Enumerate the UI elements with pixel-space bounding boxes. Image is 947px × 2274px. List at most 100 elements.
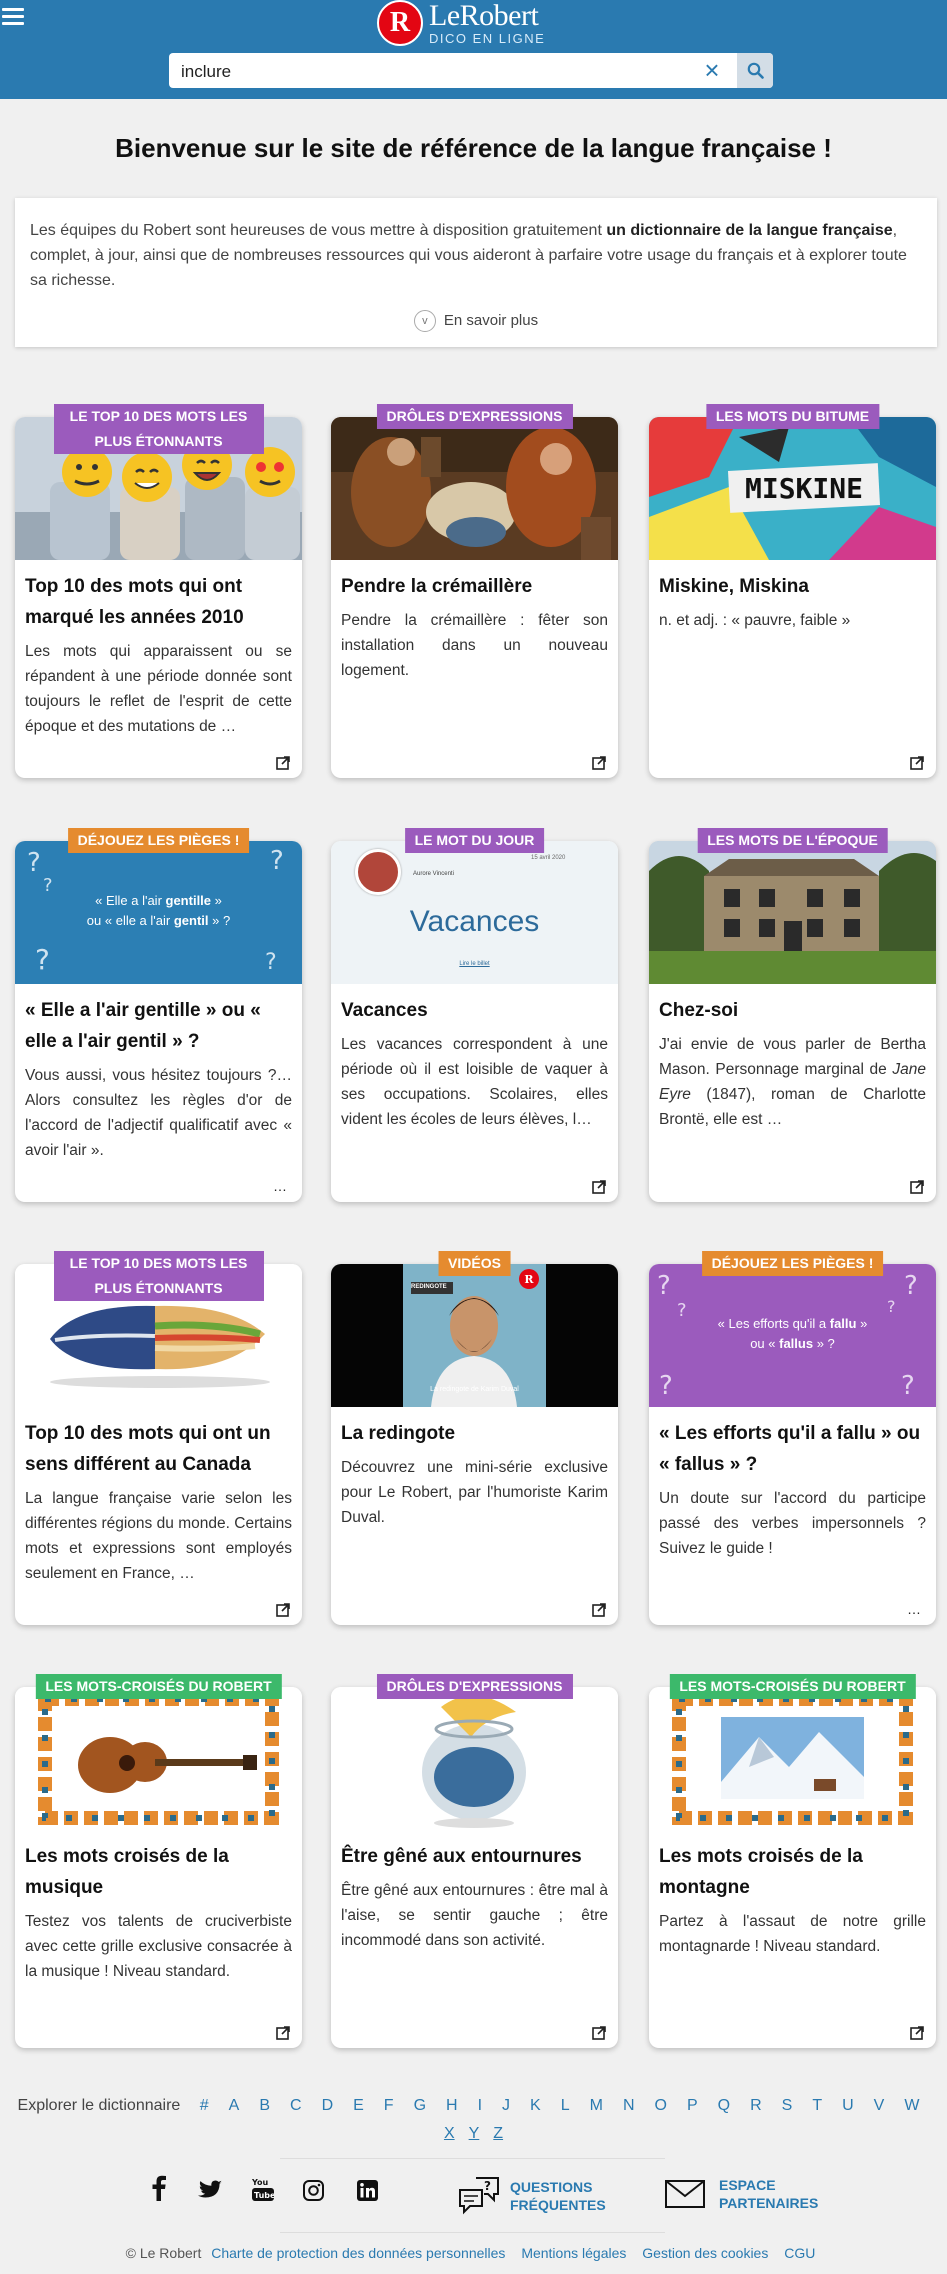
card-mots-croises-musique[interactable]: LES MOTS-CROISÉS DU ROBERT Les mots croi… <box>15 1674 302 2048</box>
letter-link[interactable]: L <box>561 2097 570 2114</box>
card-title: La redingote <box>341 1423 456 1444</box>
card-image <box>649 1687 936 1830</box>
letter-link[interactable]: F <box>384 2097 394 2114</box>
card-excerpt: Les mots qui apparaissent ou se répanden… <box>25 643 292 735</box>
logo-subtitle: DICO EN LIGNE <box>429 31 546 46</box>
card-excerpt: Les vacances correspondent à une période… <box>341 1036 608 1128</box>
letter-link[interactable]: H <box>446 2097 458 2114</box>
card-image-word: MISKINE <box>745 472 863 505</box>
card-excerpt: Vous aussi, vous hésitez toujours ?… Alo… <box>25 1067 292 1159</box>
letter-link[interactable]: D <box>322 2097 334 2114</box>
letter-link[interactable]: A <box>229 2097 240 2114</box>
letter-link[interactable]: I <box>478 2097 482 2114</box>
card-image <box>331 417 618 560</box>
letter-link[interactable]: X <box>444 2125 455 2142</box>
card-title: Top 10 des mots qui ont marqué les année… <box>25 576 244 628</box>
letter-link[interactable]: R <box>750 2097 762 2114</box>
letter-link[interactable]: Y <box>469 2125 480 2142</box>
logo[interactable]: R LeRobert DICO EN LIGNE <box>377 0 545 46</box>
external-link-icon <box>910 1180 924 1194</box>
letter-link[interactable]: Z <box>493 2125 503 2142</box>
card-excerpt: Être gêné aux entournures : être mal à l… <box>341 1882 608 1949</box>
card-category-badge: DRÔLES D'EXPRESSIONS <box>376 1674 573 1699</box>
letter-link[interactable]: P <box>687 2097 698 2114</box>
card-category-badge: LES MOTS-CROISÉS DU ROBERT <box>35 1674 282 1699</box>
card-image <box>331 1687 618 1830</box>
footer-link-privacy[interactable]: Charte de protection des données personn… <box>211 2245 505 2261</box>
card-excerpt: Un doute sur l'accord du participe passé… <box>659 1490 926 1557</box>
card-top10-2010[interactable]: LE TOP 10 DES MOTS LES PLUS ÉTONNANTS To… <box>15 404 302 778</box>
partners-link[interactable]: ESPACE PARTENAIRES <box>665 2176 818 2212</box>
search-button[interactable] <box>737 53 773 88</box>
external-link-icon <box>592 1180 606 1194</box>
letter-link[interactable]: M <box>590 2097 603 2114</box>
card-category-badge: LE TOP 10 DES MOTS LES PLUS ÉTONNANTS <box>53 404 264 454</box>
card-image <box>15 1687 302 1830</box>
external-link-icon <box>910 756 924 770</box>
card-image: Aurore Vincenti 15 avril 2020 Vacances L… <box>331 841 618 984</box>
faq-link[interactable]: ? QUESTIONS FRÉQUENTES <box>458 2176 606 2216</box>
letter-link[interactable]: O <box>655 2097 667 2114</box>
card-image: ? ? ? ? ? ? « Les efforts qu'il a fallu … <box>649 1264 936 1407</box>
letter-link[interactable]: E <box>353 2097 364 2114</box>
letter-link[interactable]: W <box>904 2097 919 2114</box>
letter-link[interactable]: N <box>623 2097 635 2114</box>
card-efforts-fallu[interactable]: ? ? ? ? ? ? « Les efforts qu'il a fallu … <box>649 1251 936 1625</box>
external-link-icon <box>276 1603 290 1617</box>
card-chez-soi[interactable]: LES MOTS DE L'ÉPOQUE Chez-soi J'ai envie… <box>649 828 936 1202</box>
card-excerpt: J'ai envie de vous parler de Bertha Maso… <box>659 1036 926 1128</box>
svg-text:You: You <box>252 2178 269 2187</box>
svg-text:?: ? <box>265 950 277 975</box>
footer-link-cookies[interactable]: Gestion des cookies <box>642 2245 768 2261</box>
svg-text:?: ? <box>270 846 284 876</box>
letter-link[interactable]: V <box>874 2097 885 2114</box>
card-air-gentille[interactable]: ? ? ? ? ? « Elle a l'air gentille » ou «… <box>15 828 302 1202</box>
menu-icon[interactable] <box>2 8 24 26</box>
card-title: Les mots croisés de la musique <box>25 1846 229 1898</box>
footer-link-cgu[interactable]: CGU <box>784 2245 815 2261</box>
letter-link[interactable]: S <box>782 2097 793 2114</box>
letter-link[interactable]: # <box>200 2097 209 2114</box>
card-miskine[interactable]: MISKINE LES MOTS DU BITUME Miskine, Misk… <box>649 404 936 778</box>
card-title: Top 10 des mots qui ont un sens différen… <box>25 1423 271 1475</box>
page-title: Bienvenue sur le site de référence de la… <box>115 133 832 163</box>
card-gene-entournures[interactable]: DRÔLES D'EXPRESSIONS Être gêné aux entou… <box>331 1674 618 2048</box>
clear-icon[interactable]: × <box>699 57 725 83</box>
card-title: Chez-soi <box>659 1000 739 1021</box>
card-title: Miskine, Miskina <box>659 576 809 597</box>
card-top10-canada[interactable]: LE TOP 10 DES MOTS LES PLUS ÉTONNANTS To… <box>15 1251 302 1625</box>
footer-links: © Le Robert Charte de protection des don… <box>0 2245 947 2261</box>
search-bar: × <box>169 53 773 88</box>
facebook-icon[interactable] <box>152 2175 166 2206</box>
chevron-down-icon: v <box>413 310 436 332</box>
linkedin-icon[interactable] <box>357 2180 378 2206</box>
letter-link[interactable]: C <box>290 2097 302 2114</box>
svg-text:?: ? <box>657 1271 671 1301</box>
letter-link[interactable]: U <box>842 2097 854 2114</box>
svg-text:Tube: Tube <box>254 2191 274 2200</box>
card-pendre-cremaillere[interactable]: DRÔLES D'EXPRESSIONS Pendre la crémaillè… <box>331 404 618 778</box>
instagram-icon[interactable] <box>303 2180 324 2206</box>
card-redingote[interactable]: R REDINGOTE La redingote de Karim Duval … <box>331 1251 618 1625</box>
letter-link[interactable]: B <box>259 2097 270 2114</box>
letter-link[interactable]: G <box>414 2097 426 2114</box>
letter-link[interactable]: K <box>530 2097 541 2114</box>
card-title: Vacances <box>341 1000 428 1021</box>
footer-link-legal[interactable]: Mentions légales <box>521 2245 626 2261</box>
letter-link[interactable]: T <box>812 2097 822 2114</box>
letter-link[interactable]: J <box>502 2097 510 2114</box>
card-vacances[interactable]: Aurore Vincenti 15 avril 2020 Vacances L… <box>331 828 618 1202</box>
copyright: © Le Robert <box>125 2245 202 2261</box>
dictionary-nav-label: Explorer le dictionnaire <box>17 2097 181 2114</box>
card-image: R REDINGOTE La redingote de Karim Duval <box>331 1264 618 1407</box>
external-link-icon <box>276 756 290 770</box>
svg-text:R: R <box>524 1273 534 1286</box>
letter-link[interactable]: Q <box>718 2097 730 2114</box>
card-mots-croises-montagne[interactable]: LES MOTS-CROISÉS DU ROBERT Les mots croi… <box>649 1674 936 2048</box>
more-dots: … <box>907 1601 921 1617</box>
more-info-link[interactable]: v En savoir plus <box>15 310 937 332</box>
search-input[interactable] <box>179 53 683 88</box>
twitter-icon[interactable] <box>198 2180 222 2205</box>
svg-text:?: ? <box>484 2179 491 2193</box>
youtube-icon[interactable]: You Tube <box>251 2176 276 2207</box>
